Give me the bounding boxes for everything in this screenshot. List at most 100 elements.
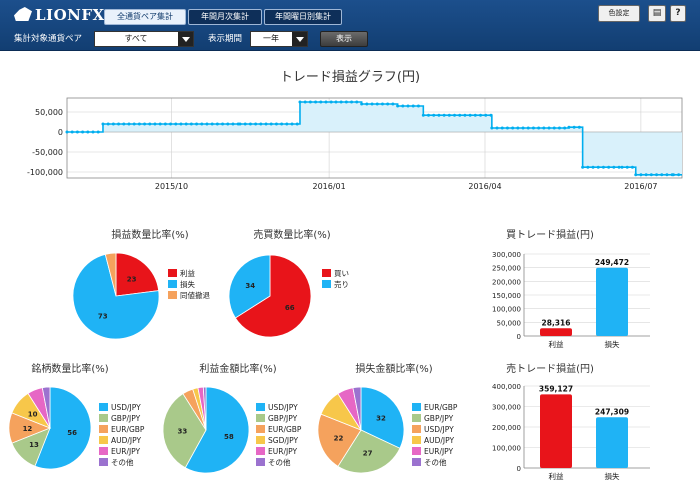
legend-swatch <box>99 425 108 433</box>
pl-point <box>396 104 400 108</box>
legend-swatch <box>99 458 108 466</box>
y-tick-label: 200,000 <box>492 278 521 286</box>
pl-point <box>677 173 681 177</box>
pl-area <box>67 102 682 175</box>
pl-point <box>416 104 420 108</box>
currency-pair-select[interactable]: すべて <box>94 31 194 47</box>
pl-point <box>572 125 576 129</box>
pl-point <box>298 100 302 104</box>
legend-swatch <box>412 458 421 466</box>
pl-point <box>484 113 488 117</box>
pl-point <box>437 113 441 117</box>
y-tick-label: 0 <box>58 128 63 137</box>
pl-point <box>81 130 85 134</box>
tab-monthly[interactable]: 年間月次集計 <box>188 9 262 25</box>
pl-point <box>319 100 323 104</box>
x-tick-label: 2016/04 <box>468 182 501 191</box>
logo-text: LIONFX <box>35 6 105 24</box>
pie-slice-label: 66 <box>285 304 295 312</box>
pl-point <box>350 100 354 104</box>
pie-slice-label: 73 <box>98 313 108 321</box>
legend-swatch <box>99 436 108 444</box>
x-category-label: 利益 <box>549 471 564 481</box>
pl-point <box>547 126 551 130</box>
pl-line-chart: 50,000 0 -50,000 -100,000 2015/10 2016/01 2016… <box>27 97 683 191</box>
legend-swatch <box>168 280 177 288</box>
legend-swatch <box>412 436 421 444</box>
legend-item: その他 <box>256 457 301 468</box>
pie-slice-label: 12 <box>23 425 33 433</box>
pl-point <box>386 102 390 106</box>
loss-amount-title: 損失金額比率(%) <box>355 364 433 375</box>
legend-swatch <box>412 414 421 422</box>
symbol-count-title: 銘柄数量比率(%) <box>31 364 109 375</box>
pl-point <box>495 126 499 130</box>
loss-amount-legend: EUR/GBP GBP/JPY USD/JPY AUD/JPY EUR/JPY その他 <box>412 402 457 468</box>
pl-point <box>179 122 183 126</box>
pl-point <box>324 100 328 104</box>
buy-bar-title: 買トレード損益(円) <box>506 230 594 241</box>
pl-point <box>591 165 595 169</box>
pl-point <box>184 122 188 126</box>
pl-point <box>344 100 348 104</box>
pl-point <box>215 122 219 126</box>
color-settings-button[interactable]: 色設定 <box>598 5 640 22</box>
legend-swatch <box>168 269 177 277</box>
buy-bar-chart: 300,000 250,000 200,000 150,000 100,000 50,00… <box>492 251 650 349</box>
show-button[interactable]: 表示 <box>320 31 368 47</box>
pl-point <box>365 102 369 106</box>
pie-slice-label: 33 <box>177 428 187 436</box>
legend-label: EUR/GBP <box>111 425 145 434</box>
pl-point <box>479 113 483 117</box>
pl-point <box>75 130 79 134</box>
period-select[interactable]: 一年 <box>250 31 308 47</box>
legend-item: GBP/JPY <box>256 413 301 424</box>
pl-point <box>526 126 530 130</box>
y-tick-label: 400,000 <box>492 383 521 391</box>
pl-point <box>158 122 162 126</box>
y-tick-label: 100,000 <box>492 306 521 314</box>
tab-all-pairs[interactable]: 全通貨ペア集計 <box>104 9 186 25</box>
pl-point <box>427 113 431 117</box>
pl-point <box>447 113 451 117</box>
pl-point <box>505 126 509 130</box>
legend-item: AUD/JPY <box>99 435 144 446</box>
legend-label: 買い <box>334 269 349 278</box>
legend-swatch <box>256 447 265 455</box>
lion-icon <box>14 7 32 21</box>
print-icon[interactable]: ▤ <box>648 5 666 22</box>
tab-weekday[interactable]: 年間曜日別集計 <box>264 9 342 25</box>
help-icon[interactable]: ? <box>670 5 686 22</box>
pl-point <box>280 122 284 126</box>
loss-amount-pie: 32 27 22 <box>317 386 405 474</box>
legend-label: AUD/JPY <box>111 436 142 445</box>
pl-chart-title: トレード損益グラフ(円) <box>279 70 421 85</box>
pl-point <box>96 130 100 134</box>
legend-item: 同値撤退 <box>168 290 210 301</box>
period-label: 表示期間 <box>208 34 243 44</box>
y-tick-label: 250,000 <box>492 265 521 273</box>
pl-point <box>563 126 567 130</box>
y-tick-label: 300,000 <box>492 251 521 259</box>
pl-point <box>463 113 467 117</box>
x-category-label: 損失 <box>605 339 620 349</box>
y-tick-label: 0 <box>517 465 521 473</box>
pl-point <box>468 113 472 117</box>
symbol-count-pie: 56 13 12 10 <box>8 386 92 470</box>
pl-point <box>442 113 446 117</box>
legend-label: 売り <box>334 280 349 289</box>
pie-slice-label: 27 <box>363 450 373 458</box>
legend-item: その他 <box>99 457 144 468</box>
legend-label: USD/JPY <box>268 403 298 412</box>
currency-pair-label: 集計対象通貨ペア <box>14 34 83 44</box>
chevron-down-icon <box>178 32 193 46</box>
pl-point <box>86 130 90 134</box>
pl-point <box>334 100 338 104</box>
profit-amount-title: 利益金額比率(%) <box>199 364 277 375</box>
buysell-count-pie: 66 34 <box>228 254 312 338</box>
y-tick-label: 0 <box>517 333 521 341</box>
pl-count-legend: 利益 損失 同値撤退 <box>168 268 210 301</box>
pl-point <box>360 102 364 106</box>
pl-point <box>644 173 648 177</box>
pl-point <box>542 126 546 130</box>
